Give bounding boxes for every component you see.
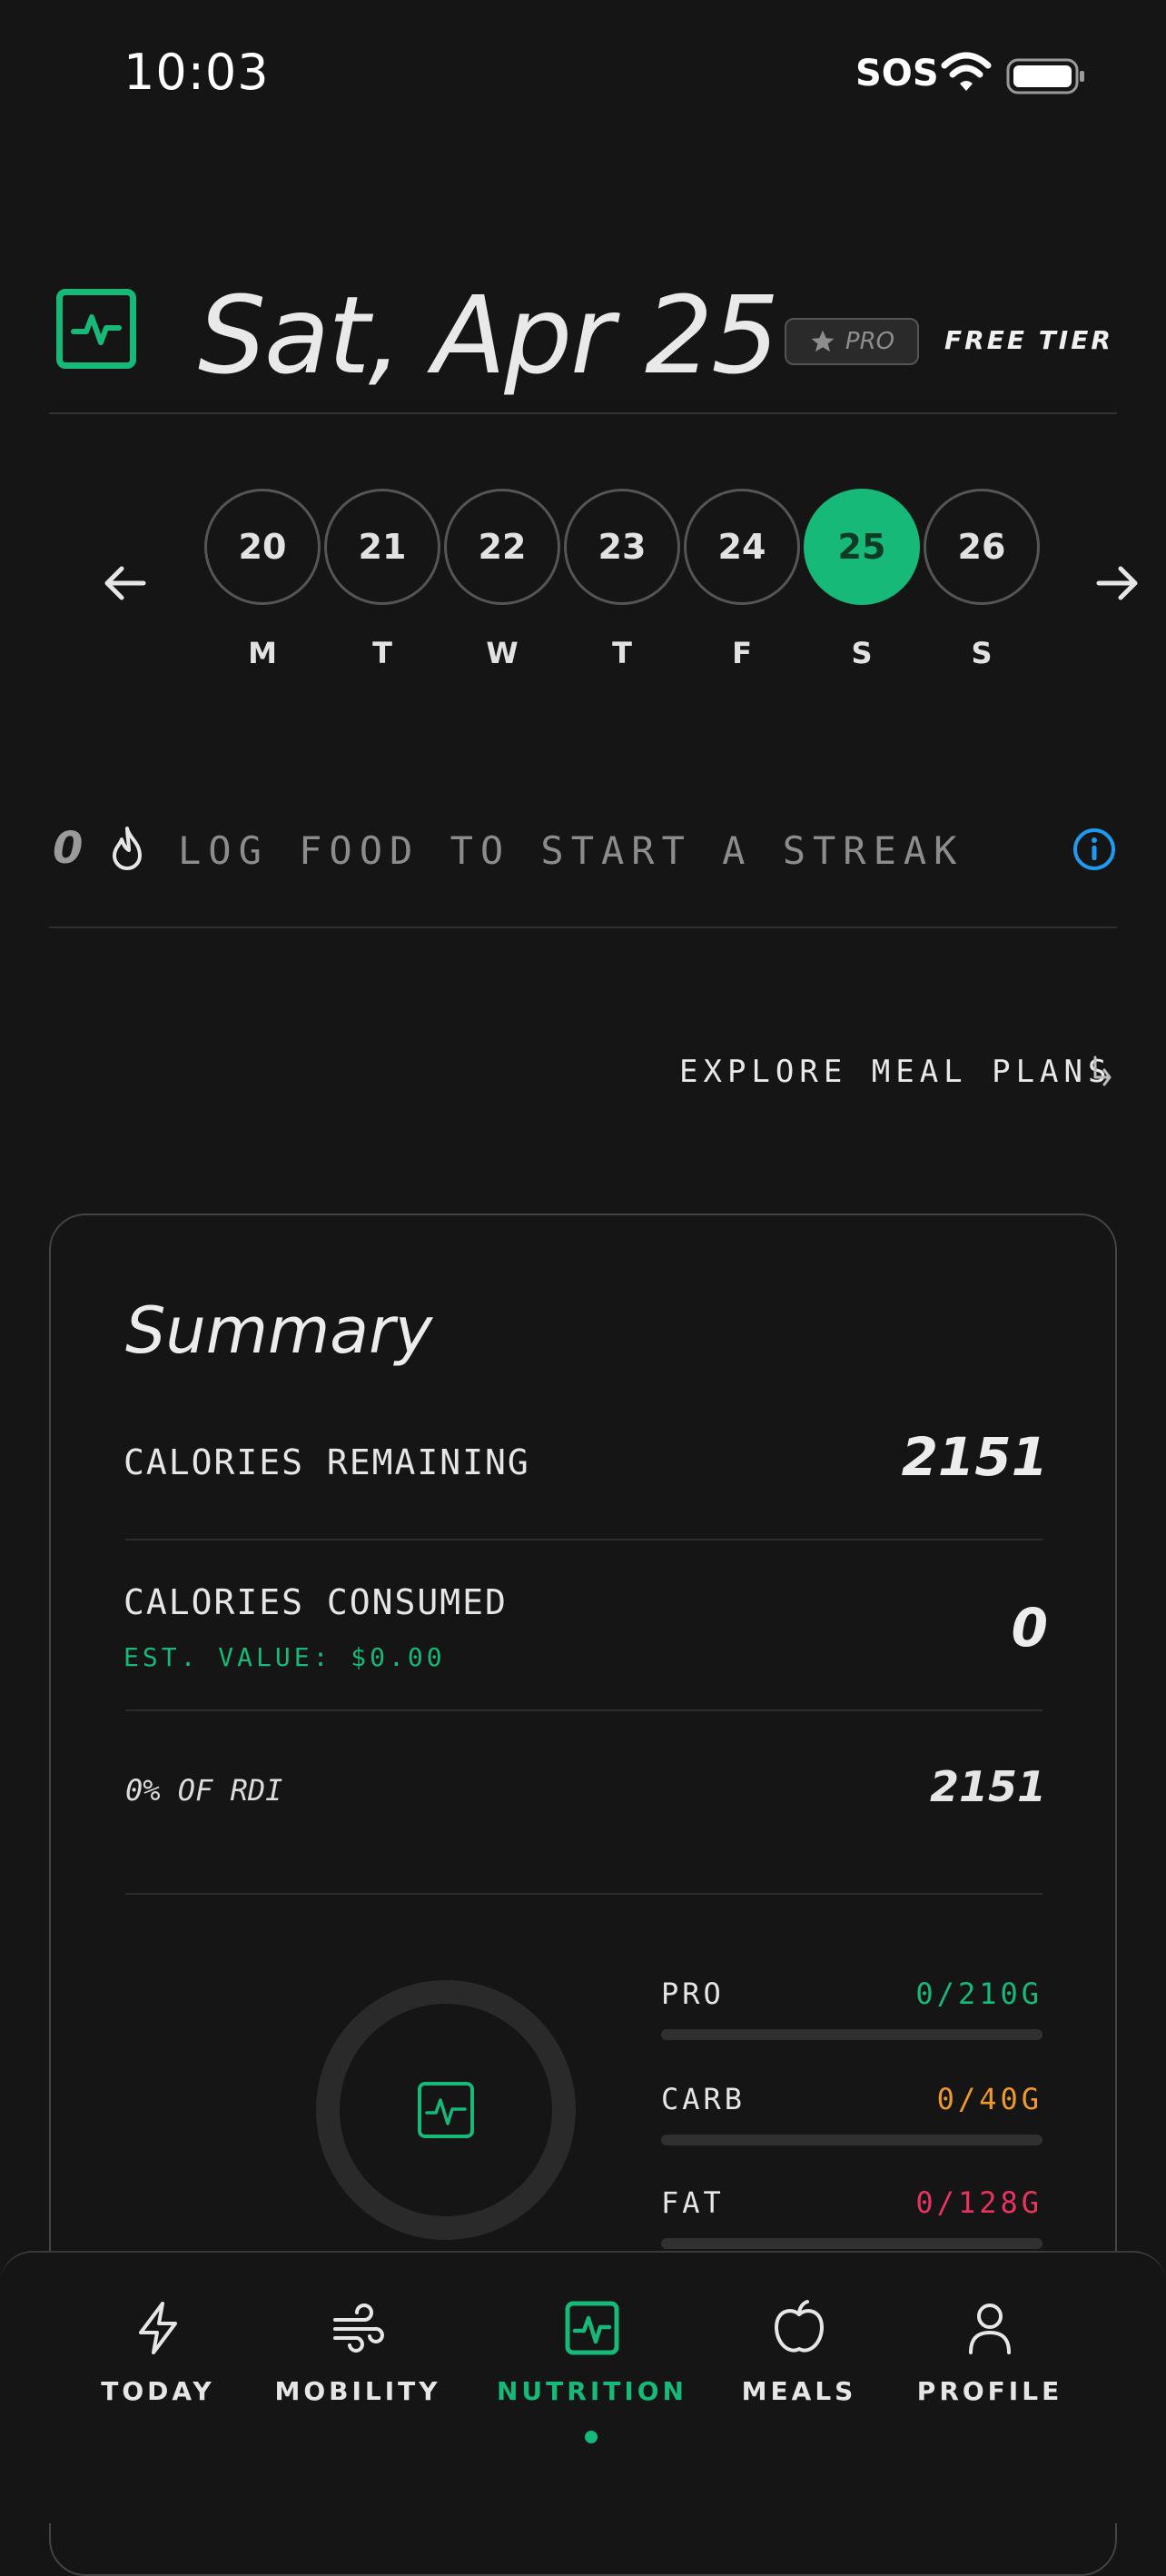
macro-label-protein: PRO bbox=[661, 1977, 725, 2011]
day-button-26[interactable]: 26 bbox=[924, 489, 1040, 605]
estimated-value: EST. VALUE: $0.00 bbox=[124, 1642, 446, 1672]
info-icon[interactable] bbox=[1072, 827, 1117, 872]
tab-label: PROFILE bbox=[916, 2376, 1063, 2406]
calories-remaining-value: 2151 bbox=[901, 1426, 1048, 1488]
tab-meals[interactable]: MEALS bbox=[699, 2298, 899, 2406]
status-sos: SOS bbox=[855, 53, 939, 94]
pulse-icon bbox=[565, 2301, 619, 2355]
rdi-value: 2151 bbox=[929, 1762, 1046, 1811]
day-letter: S bbox=[851, 636, 873, 670]
macro-bar-carb bbox=[661, 2135, 1042, 2145]
next-week-arrow-icon[interactable] bbox=[1090, 556, 1144, 610]
person-icon bbox=[969, 2304, 1011, 2354]
calories-consumed-label: CALORIES CONSUMED bbox=[124, 1582, 508, 1622]
day-button-24[interactable]: 24 bbox=[684, 489, 800, 605]
date-title[interactable]: Sat, Apr 25 bbox=[198, 272, 779, 398]
active-tab-indicator bbox=[585, 2431, 598, 2443]
macro-value-carb: 0/40G bbox=[936, 2082, 1042, 2116]
day-button-23[interactable]: 23 bbox=[564, 489, 680, 605]
pro-badge[interactable]: PRO bbox=[785, 318, 919, 365]
summary-title: Summary bbox=[125, 1293, 433, 1368]
star-icon bbox=[811, 330, 835, 352]
pro-label: PRO bbox=[845, 328, 895, 355]
day-letter: W bbox=[486, 636, 519, 670]
tab-label: NUTRITION bbox=[496, 2376, 687, 2406]
day-letter: S bbox=[971, 636, 993, 670]
divider bbox=[125, 1893, 1042, 1895]
explore-meal-plans-link[interactable]: EXPLORE MEAL PLANS bbox=[679, 1054, 1112, 1090]
macro-value-protein: 0/210G bbox=[915, 1977, 1042, 2011]
streak-message: LOG FOOD TO START A STREAK bbox=[178, 828, 964, 873]
app-logo-icon bbox=[56, 289, 136, 369]
tab-today[interactable]: TODAY bbox=[58, 2298, 258, 2406]
macro-label-fat: FAT bbox=[661, 2185, 725, 2220]
day-button-25-selected[interactable]: 25 bbox=[804, 489, 920, 605]
day-button-20[interactable]: 20 bbox=[204, 489, 321, 605]
calories-remaining-label: CALORIES REMAINING bbox=[124, 1442, 530, 1482]
macro-bar-fat bbox=[661, 2238, 1042, 2249]
tab-label: MOBILITY bbox=[274, 2376, 441, 2406]
calories-consumed-value: 0 bbox=[1011, 1597, 1048, 1659]
pulse-icon bbox=[418, 2082, 474, 2138]
flame-icon bbox=[113, 827, 142, 870]
tab-label: TODAY bbox=[101, 2376, 215, 2406]
day-letter: F bbox=[732, 636, 752, 670]
macro-value-fat: 0/128G bbox=[915, 2185, 1042, 2220]
battery-icon bbox=[1006, 58, 1084, 94]
tier-label: FREE TIER bbox=[944, 325, 1113, 355]
rdi-label: 0% OF RDI bbox=[125, 1773, 283, 1808]
lightning-icon bbox=[139, 2302, 177, 2354]
streak-divider bbox=[49, 926, 1117, 928]
macro-label-carb: CARB bbox=[661, 2082, 746, 2116]
day-button-21[interactable]: 21 bbox=[324, 489, 440, 605]
day-letter: T bbox=[612, 636, 632, 670]
day-letter: T bbox=[372, 636, 392, 670]
wifi-icon bbox=[941, 52, 992, 91]
divider bbox=[125, 1539, 1042, 1541]
calorie-progress-ring bbox=[316, 1980, 576, 2240]
arrow-down-right-icon[interactable] bbox=[1086, 1054, 1119, 1097]
day-letter: M bbox=[248, 636, 277, 670]
header-divider bbox=[49, 412, 1117, 414]
tab-label: MEALS bbox=[741, 2376, 857, 2406]
tab-profile[interactable]: PROFILE bbox=[890, 2298, 1090, 2406]
tab-nutrition[interactable]: NUTRITION bbox=[492, 2298, 692, 2406]
day-button-22[interactable]: 22 bbox=[444, 489, 560, 605]
macro-bar-protein bbox=[661, 2029, 1042, 2040]
divider bbox=[125, 1709, 1042, 1711]
apple-icon bbox=[775, 2300, 824, 2353]
streak-count: 0 bbox=[53, 823, 84, 874]
wind-icon bbox=[333, 2304, 384, 2353]
status-time: 10:03 bbox=[124, 44, 270, 101]
tab-mobility[interactable]: MOBILITY bbox=[258, 2298, 458, 2406]
prev-week-arrow-icon[interactable] bbox=[98, 556, 153, 610]
